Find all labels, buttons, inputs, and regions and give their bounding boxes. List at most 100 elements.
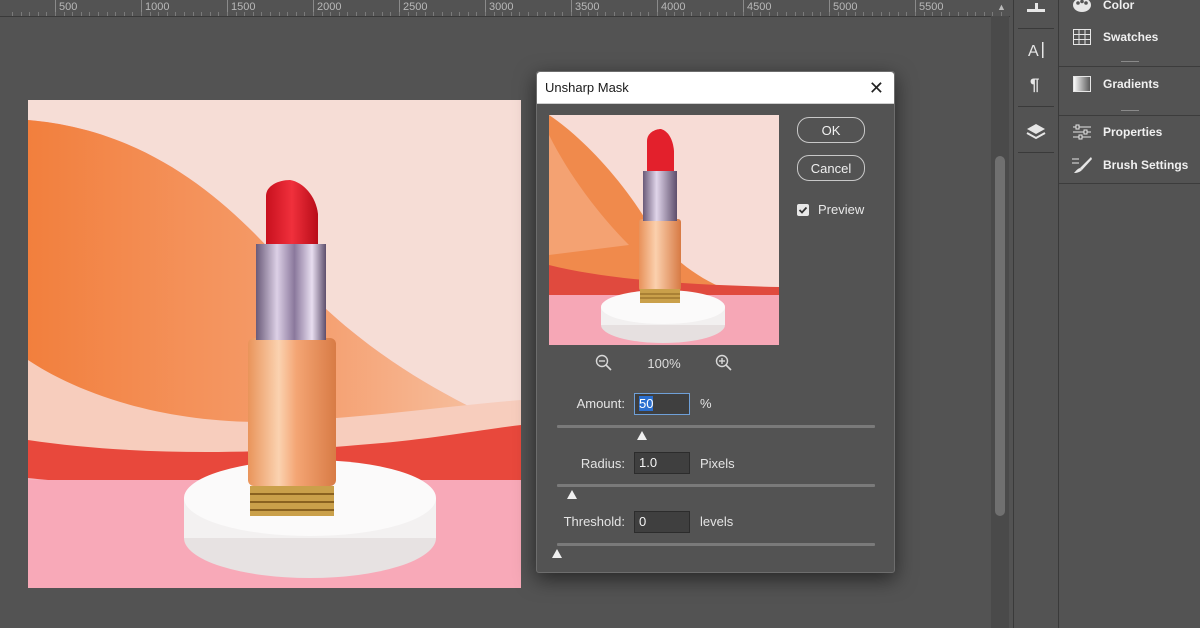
panel-item-label: Gradients xyxy=(1103,77,1160,91)
ruler-minor-tick xyxy=(562,12,563,16)
ruler-minor-tick xyxy=(21,12,22,16)
ruler-minor-tick xyxy=(261,12,262,16)
ruler-minor-tick xyxy=(605,12,606,16)
ruler-tick: 1500 xyxy=(227,0,255,16)
radius-slider-track[interactable] xyxy=(557,484,875,487)
ruler-minor-tick xyxy=(373,12,374,16)
ruler-tick: 3000 xyxy=(485,0,513,16)
zoom-in-icon[interactable] xyxy=(715,354,733,377)
ruler-minor-tick xyxy=(803,12,804,16)
panel-item-color[interactable]: Color xyxy=(1059,0,1200,19)
ruler-minor-tick xyxy=(304,12,305,16)
ruler-minor-tick xyxy=(889,12,890,16)
ruler-minor-tick xyxy=(958,12,959,16)
dialog-title-bar[interactable]: Unsharp Mask ✕ xyxy=(537,72,894,104)
amount-value: 50 xyxy=(639,396,654,411)
panel-item-gradients[interactable]: Gradients xyxy=(1059,70,1200,98)
ruler-minor-tick xyxy=(838,12,839,16)
amount-input[interactable]: 50 xyxy=(634,393,690,415)
scroll-up-arrow-icon[interactable]: ▲ xyxy=(997,2,1006,12)
radius-slider-handle[interactable] xyxy=(567,490,577,499)
ruler-minor-tick xyxy=(322,12,323,16)
ruler-minor-tick xyxy=(313,12,314,16)
ruler-minor-tick xyxy=(881,12,882,16)
ruler-minor-tick xyxy=(863,12,864,16)
ruler-minor-tick xyxy=(64,12,65,16)
ruler-minor-tick xyxy=(554,12,555,16)
ruler-minor-tick xyxy=(365,12,366,16)
ruler-minor-tick xyxy=(683,12,684,16)
radius-input[interactable]: 1.0 xyxy=(634,452,690,474)
ruler-minor-tick xyxy=(571,12,572,16)
ruler-minor-tick xyxy=(709,12,710,16)
ruler-tick: 5500 xyxy=(915,0,943,16)
ruler-minor-tick xyxy=(115,12,116,16)
ruler-minor-tick xyxy=(158,12,159,16)
layers-icon[interactable] xyxy=(1014,112,1058,152)
panel-item-properties[interactable]: Properties xyxy=(1059,118,1200,146)
ruler-minor-tick xyxy=(494,12,495,16)
ruler-minor-tick xyxy=(184,12,185,16)
gradient-icon xyxy=(1069,76,1095,92)
ruler-minor-tick xyxy=(330,12,331,16)
threshold-slider-track[interactable] xyxy=(557,543,875,546)
ruler-minor-tick xyxy=(236,12,237,16)
unsharp-mask-dialog: Unsharp Mask ✕ OK Cancel Preview 100% Am… xyxy=(536,71,895,573)
ruler-minor-tick xyxy=(468,12,469,16)
cancel-button[interactable]: Cancel xyxy=(797,155,865,181)
ruler-minor-tick xyxy=(193,12,194,16)
ruler-tick: 4000 xyxy=(657,0,685,16)
ruler-minor-tick xyxy=(253,12,254,16)
color-palette-icon xyxy=(1069,0,1095,13)
amount-unit: % xyxy=(700,396,712,411)
ruler-minor-tick xyxy=(975,12,976,16)
ruler-minor-tick xyxy=(932,12,933,16)
ruler-minor-tick xyxy=(967,12,968,16)
ruler-minor-tick xyxy=(924,12,925,16)
filter-preview-image[interactable] xyxy=(549,115,779,345)
ruler-minor-tick xyxy=(98,12,99,16)
ruler-minor-tick xyxy=(519,12,520,16)
ruler-minor-tick xyxy=(46,12,47,16)
ruler-minor-tick xyxy=(752,12,753,16)
scrollbar-thumb[interactable] xyxy=(995,156,1005,516)
ruler-minor-tick xyxy=(640,12,641,16)
ruler-minor-tick xyxy=(906,12,907,16)
ruler-minor-tick xyxy=(433,12,434,16)
ruler-minor-tick xyxy=(588,12,589,16)
ruler-minor-tick xyxy=(442,12,443,16)
ruler-minor-tick xyxy=(227,12,228,16)
adjust-icon[interactable] xyxy=(1014,0,1058,28)
threshold-slider-handle[interactable] xyxy=(552,549,562,558)
ruler-minor-tick xyxy=(132,12,133,16)
panel-item-swatches[interactable]: Swatches xyxy=(1059,23,1200,51)
ruler-minor-tick xyxy=(55,12,56,16)
vertical-scrollbar[interactable] xyxy=(991,16,1009,628)
ok-button[interactable]: OK xyxy=(797,117,865,143)
paragraph-icon[interactable]: ¶ xyxy=(1014,64,1058,104)
ruler-minor-tick xyxy=(12,12,13,16)
horizontal-ruler: 500 1000 1500 2000 2500 3000 3500 4000 4… xyxy=(0,0,1010,17)
preview-checkbox-row[interactable]: Preview xyxy=(797,202,864,217)
ruler-minor-tick xyxy=(279,12,280,16)
ruler-minor-tick xyxy=(89,12,90,16)
panel-item-label: Swatches xyxy=(1103,30,1159,44)
close-icon[interactable]: ✕ xyxy=(869,78,884,99)
amount-slider-handle[interactable] xyxy=(637,431,647,440)
ruler-minor-tick xyxy=(657,12,658,16)
radius-unit: Pixels xyxy=(700,456,735,471)
preview-checkbox[interactable] xyxy=(797,203,809,216)
ruler-minor-tick xyxy=(648,12,649,16)
panel-item-brush-settings[interactable]: Brush Settings xyxy=(1059,151,1200,179)
amount-slider-track[interactable] xyxy=(557,425,875,428)
ruler-minor-tick xyxy=(717,12,718,16)
ruler-minor-tick xyxy=(29,12,30,16)
threshold-input[interactable]: 0 xyxy=(634,511,690,533)
ruler-minor-tick xyxy=(72,12,73,16)
ruler-minor-tick xyxy=(459,12,460,16)
canvas-image xyxy=(28,100,521,588)
zoom-out-icon[interactable] xyxy=(595,354,613,377)
ruler-minor-tick xyxy=(700,12,701,16)
ruler-minor-tick xyxy=(984,12,985,16)
ruler-minor-tick xyxy=(141,12,142,16)
